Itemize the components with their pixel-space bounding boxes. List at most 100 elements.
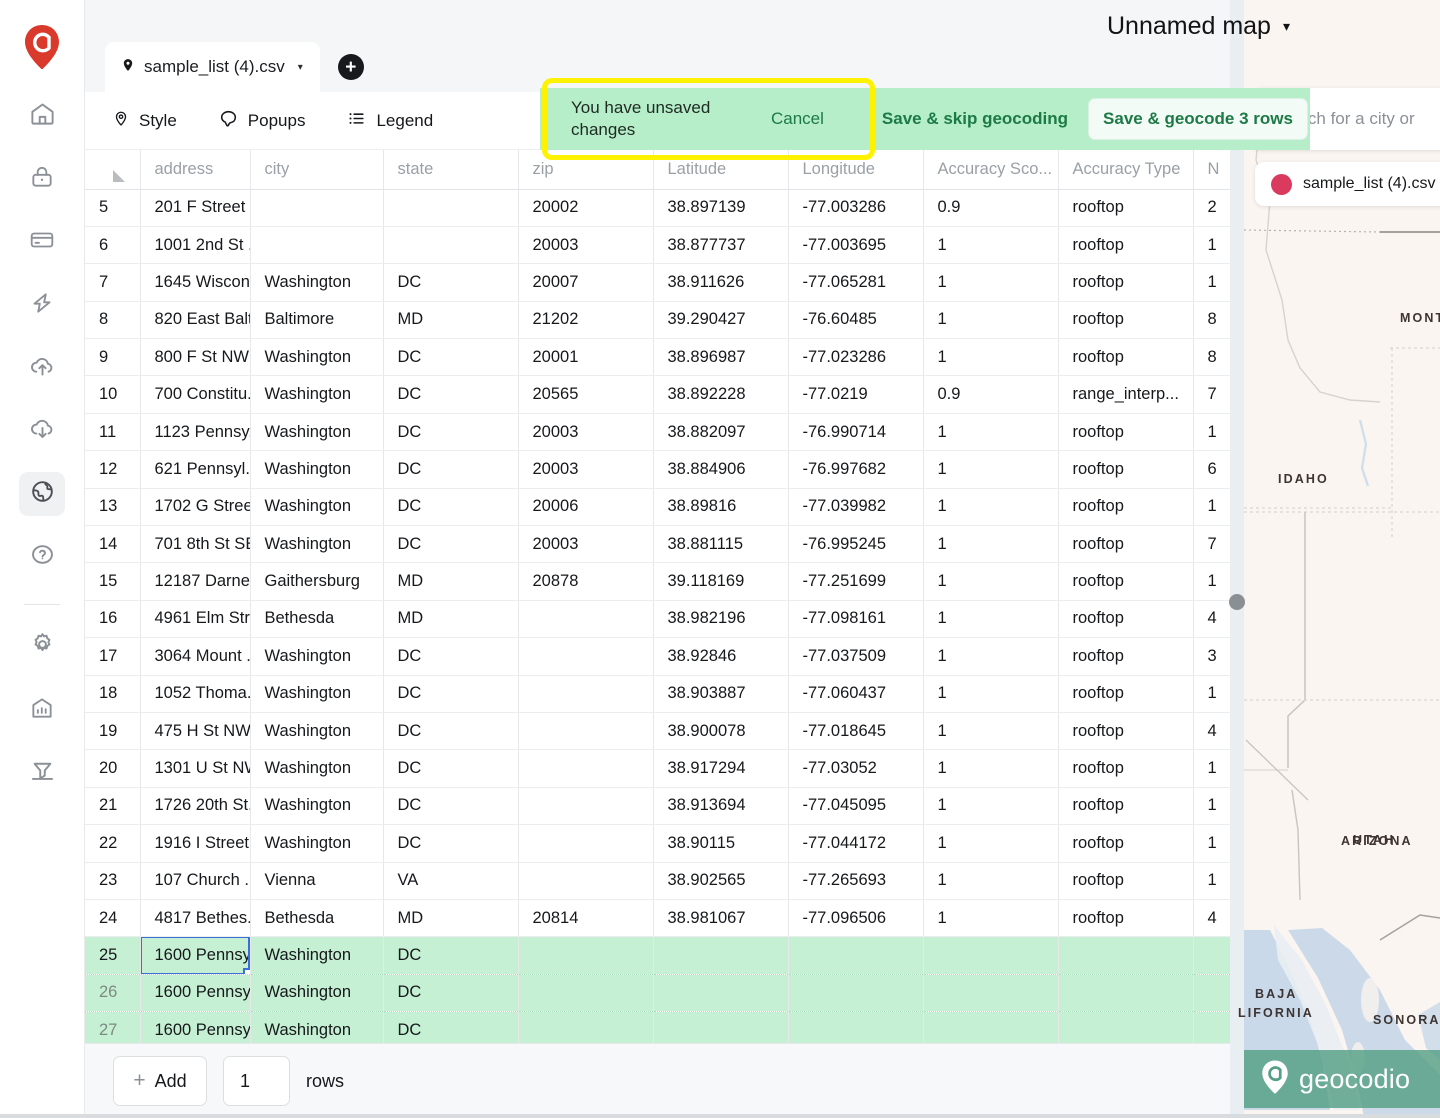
cell-zip[interactable] — [518, 712, 653, 749]
cell-city[interactable]: Washington — [250, 675, 383, 712]
cell-accuracy-score[interactable]: 1 — [923, 825, 1058, 862]
cell-accuracy-type[interactable]: rooftop — [1058, 712, 1193, 749]
cell-next[interactable]: 1 — [1193, 264, 1230, 301]
row-number[interactable]: 9 — [85, 339, 140, 376]
cell-next[interactable] — [1193, 937, 1230, 974]
map-legend[interactable]: sample_list (4).csv — [1255, 162, 1440, 206]
cell-city[interactable]: Washington — [250, 376, 383, 413]
cell-next[interactable]: 1 — [1193, 675, 1230, 712]
cell-accuracy-score[interactable]: 1 — [923, 301, 1058, 338]
row-number[interactable]: 17 — [85, 638, 140, 675]
cancel-button[interactable]: Cancel — [771, 109, 824, 129]
cell-address[interactable]: 201 F Street ... — [140, 189, 250, 226]
row-number[interactable]: 18 — [85, 675, 140, 712]
table-row[interactable]: 201301 U St NWWashingtonDC38.917294-77.0… — [85, 750, 1230, 787]
cell-accuracy-type[interactable]: rooftop — [1058, 189, 1193, 226]
row-number[interactable]: 5 — [85, 189, 140, 226]
cell-state[interactable]: DC — [383, 264, 518, 301]
cell-accuracy-score[interactable]: 1 — [923, 600, 1058, 637]
cell-zip[interactable]: 20878 — [518, 563, 653, 600]
cell-latitude[interactable]: 38.881115 — [653, 526, 788, 563]
cell-state[interactable]: MD — [383, 899, 518, 936]
cell-longitude[interactable]: -77.0219 — [788, 376, 923, 413]
cell-accuracy-type[interactable]: rooftop — [1058, 638, 1193, 675]
column-header-accuracy-type[interactable]: Accuracy Type — [1058, 150, 1193, 189]
chevron-down-icon[interactable]: ▾ — [1283, 18, 1290, 35]
cell-accuracy-type[interactable]: rooftop — [1058, 899, 1193, 936]
row-number[interactable]: 24 — [85, 899, 140, 936]
cell-latitude[interactable] — [653, 937, 788, 974]
cell-city[interactable]: Washington — [250, 937, 383, 974]
save-skip-geocoding-button[interactable]: Save & skip geocoding — [882, 109, 1068, 129]
cell-next[interactable]: 8 — [1193, 301, 1230, 338]
cell-latitude[interactable]: 38.911626 — [653, 264, 788, 301]
map-panel[interactable]: MONT IDAHO UTAH ARIZONA BAJA LIFORNIA SO… — [1230, 0, 1440, 1118]
row-number[interactable]: 26 — [85, 974, 140, 1011]
cell-accuracy-score[interactable]: 1 — [923, 638, 1058, 675]
tab-sample-list-csv[interactable]: sample_list (4).csv ▾ — [105, 42, 320, 92]
cell-longitude[interactable]: -77.037509 — [788, 638, 923, 675]
cell-longitude[interactable]: -77.003286 — [788, 189, 923, 226]
cell-latitude[interactable] — [653, 974, 788, 1011]
cell-address[interactable]: 12187 Darne... — [140, 563, 250, 600]
cell-state[interactable]: DC — [383, 376, 518, 413]
cell-accuracy-type[interactable]: rooftop — [1058, 862, 1193, 899]
cell-city[interactable]: Washington — [250, 787, 383, 824]
cell-latitude[interactable]: 38.90115 — [653, 825, 788, 862]
cell-longitude[interactable]: -77.023286 — [788, 339, 923, 376]
fill-handle[interactable] — [243, 968, 251, 975]
row-number[interactable]: 8 — [85, 301, 140, 338]
cell-state[interactable]: DC — [383, 712, 518, 749]
cell-accuracy-type[interactable] — [1058, 1012, 1193, 1043]
cell-zip[interactable]: 20002 — [518, 189, 653, 226]
cell-longitude[interactable] — [788, 937, 923, 974]
cell-city[interactable]: Baltimore — [250, 301, 383, 338]
cell-state[interactable]: DC — [383, 825, 518, 862]
cell-accuracy-type[interactable]: rooftop — [1058, 825, 1193, 862]
cell-accuracy-score[interactable]: 1 — [923, 339, 1058, 376]
cell-latitude[interactable]: 38.892228 — [653, 376, 788, 413]
cell-city[interactable]: Vienna — [250, 862, 383, 899]
cell-state[interactable]: MD — [383, 301, 518, 338]
cell-latitude[interactable]: 38.884906 — [653, 451, 788, 488]
cell-state[interactable]: DC — [383, 488, 518, 525]
cell-longitude[interactable]: -76.995245 — [788, 526, 923, 563]
cell-accuracy-type[interactable]: rooftop — [1058, 526, 1193, 563]
save-geocode-rows-button[interactable]: Save & geocode 3 rows — [1088, 98, 1308, 140]
cell-longitude[interactable]: -77.044172 — [788, 825, 923, 862]
cell-accuracy-type[interactable]: rooftop — [1058, 563, 1193, 600]
table-row[interactable]: 173064 Mount ...WashingtonDC38.92846-77.… — [85, 638, 1230, 675]
sidebar-item-reports[interactable] — [19, 688, 65, 732]
table-row[interactable]: 5201 F Street ...2000238.897139-77.00328… — [85, 189, 1230, 226]
cell-city[interactable]: Washington — [250, 451, 383, 488]
cell-latitude[interactable]: 38.917294 — [653, 750, 788, 787]
row-count-input[interactable]: 1 — [223, 1056, 290, 1106]
cell-city[interactable]: Bethesda — [250, 899, 383, 936]
cell-longitude[interactable]: -76.990714 — [788, 413, 923, 450]
row-number[interactable]: 15 — [85, 563, 140, 600]
cell-accuracy-score[interactable]: 1 — [923, 413, 1058, 450]
cell-accuracy-type[interactable]: rooftop — [1058, 600, 1193, 637]
sidebar-item-settings[interactable] — [19, 625, 65, 669]
cell-state[interactable]: DC — [383, 750, 518, 787]
map-title[interactable]: Unnamed map▾ — [1107, 12, 1290, 41]
cell-accuracy-type[interactable]: rooftop — [1058, 488, 1193, 525]
cell-next[interactable] — [1193, 1012, 1230, 1043]
cell-accuracy-score[interactable]: 1 — [923, 862, 1058, 899]
column-header-longitude[interactable]: Longitude — [788, 150, 923, 189]
row-number[interactable]: 25 — [85, 937, 140, 974]
cell-accuracy-score[interactable] — [923, 937, 1058, 974]
cell-state[interactable] — [383, 189, 518, 226]
cell-accuracy-type[interactable]: rooftop — [1058, 301, 1193, 338]
table-row[interactable]: 23107 Church ...ViennaVA38.902565-77.265… — [85, 862, 1230, 899]
cell-accuracy-type[interactable]: rooftop — [1058, 675, 1193, 712]
column-header-next[interactable]: N — [1193, 150, 1230, 189]
cell-longitude[interactable]: -77.039982 — [788, 488, 923, 525]
cell-accuracy-score[interactable]: 1 — [923, 526, 1058, 563]
cell-zip[interactable] — [518, 675, 653, 712]
cell-latitude[interactable]: 38.981067 — [653, 899, 788, 936]
table-row[interactable]: 1512187 Darne...GaithersburgMD2087839.11… — [85, 563, 1230, 600]
cell-state[interactable]: MD — [383, 600, 518, 637]
cell-zip[interactable] — [518, 862, 653, 899]
sidebar-item-download[interactable] — [19, 409, 65, 453]
